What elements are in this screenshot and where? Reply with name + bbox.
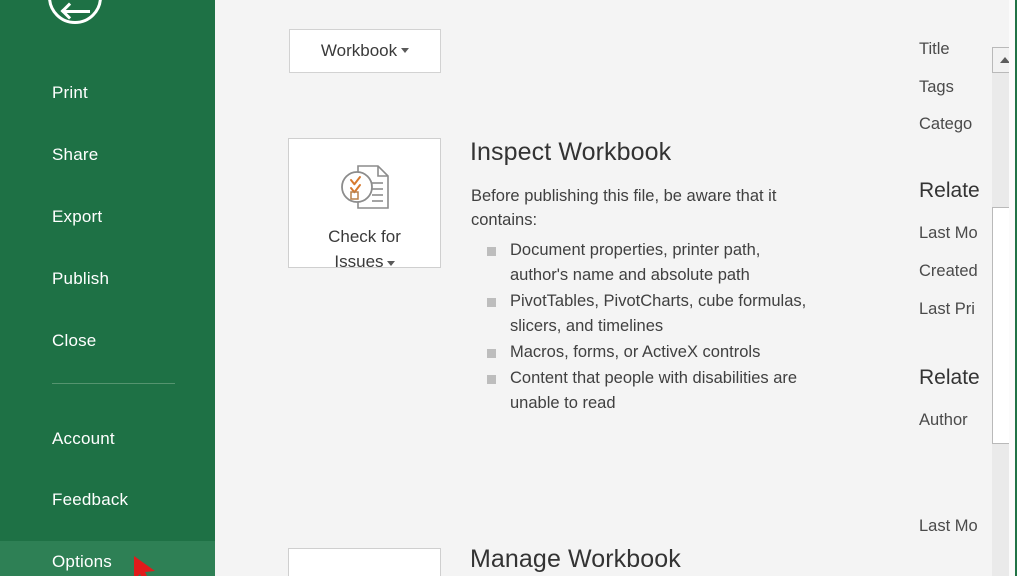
inspect-workbook-heading: Inspect Workbook [470, 138, 672, 166]
property-label-last-printed[interactable]: Last Pri [919, 300, 975, 319]
bullet-square-icon [487, 375, 496, 384]
list-item: Macros, forms, or ActiveX controls [471, 340, 821, 365]
sidebar-item-label: Print [52, 83, 88, 102]
check-for-issues-icon [336, 161, 394, 215]
sidebar-item-label: Options [52, 552, 112, 571]
sidebar-item-export[interactable]: Export [0, 196, 215, 238]
workbook-dropdown-button[interactable]: Workbook [289, 29, 441, 73]
backstage-content-pane: Workbook Check for Issues Inspect Workbo… [215, 0, 1024, 576]
sidebar-item-account[interactable]: Account [0, 418, 215, 460]
list-item-text: Content that people with disabilities ar… [510, 369, 798, 412]
manage-workbook-button[interactable] [288, 548, 441, 576]
backstage-sidebar: Print Share Export Publish Close Account… [0, 0, 215, 576]
property-label-title[interactable]: Title [919, 40, 950, 59]
property-label-categories[interactable]: Catego [919, 115, 972, 134]
list-item: Content that people with disabilities ar… [471, 366, 821, 416]
chevron-down-icon [401, 48, 410, 53]
excel-backstage-view: Print Share Export Publish Close Account… [0, 0, 1024, 576]
check-for-issues-button[interactable]: Check for Issues [288, 138, 441, 271]
manage-workbook-heading: Manage Workbook [470, 545, 681, 573]
list-item-text: Macros, forms, or ActiveX controls [510, 343, 761, 361]
bullet-square-icon [487, 247, 496, 256]
sidebar-item-print[interactable]: Print [0, 72, 215, 114]
sidebar-divider [52, 383, 175, 384]
sidebar-item-label: Export [52, 207, 103, 226]
sidebar-item-options[interactable]: Options [0, 541, 215, 576]
bullet-square-icon [487, 349, 496, 358]
list-item: PivotTables, PivotCharts, cube formulas,… [471, 289, 821, 339]
back-arrow-icon[interactable] [48, 0, 102, 24]
sidebar-item-label: Account [52, 429, 115, 448]
property-label-author[interactable]: Author [919, 411, 968, 430]
list-item: Document properties, printer path, autho… [471, 238, 821, 288]
sidebar-item-label: Feedback [52, 490, 129, 509]
property-label-last-modified[interactable]: Last Mo [919, 224, 978, 243]
check-for-issues-label: Check for Issues [328, 224, 401, 274]
property-label-created[interactable]: Created [919, 262, 978, 281]
bullet-square-icon [487, 298, 496, 307]
list-item-text: PivotTables, PivotCharts, cube formulas,… [510, 292, 807, 335]
check-for-issues-label-line2: Issues [334, 252, 384, 271]
window-outer-margin [1017, 0, 1024, 576]
list-item-text: Document properties, printer path, autho… [510, 241, 761, 284]
manage-workbook-icon [336, 571, 394, 576]
chevron-down-icon [386, 261, 395, 266]
property-group-heading-people: Relate [919, 366, 980, 389]
property-label-tags[interactable]: Tags [919, 78, 954, 97]
sidebar-item-publish[interactable]: Publish [0, 258, 215, 300]
caret-up-glyph [999, 57, 1010, 63]
sidebar-item-label: Close [52, 331, 97, 350]
inspect-workbook-description: Before publishing this file, be aware th… [471, 187, 777, 229]
sidebar-item-label: Share [52, 145, 99, 164]
property-label-last-modified-by[interactable]: Last Mo [919, 517, 978, 536]
workbook-dropdown-label: Workbook [320, 41, 398, 60]
sidebar-item-close[interactable]: Close [0, 320, 215, 362]
back-arrow-head [60, 2, 78, 20]
sidebar-item-label: Publish [52, 269, 110, 288]
check-for-issues-label-line1: Check for [328, 227, 401, 246]
property-group-heading-dates: Relate [919, 179, 980, 202]
sidebar-item-feedback[interactable]: Feedback [0, 479, 215, 521]
inspect-workbook-bullet-list: Document properties, printer path, autho… [471, 238, 821, 417]
sidebar-item-share[interactable]: Share [0, 134, 215, 176]
